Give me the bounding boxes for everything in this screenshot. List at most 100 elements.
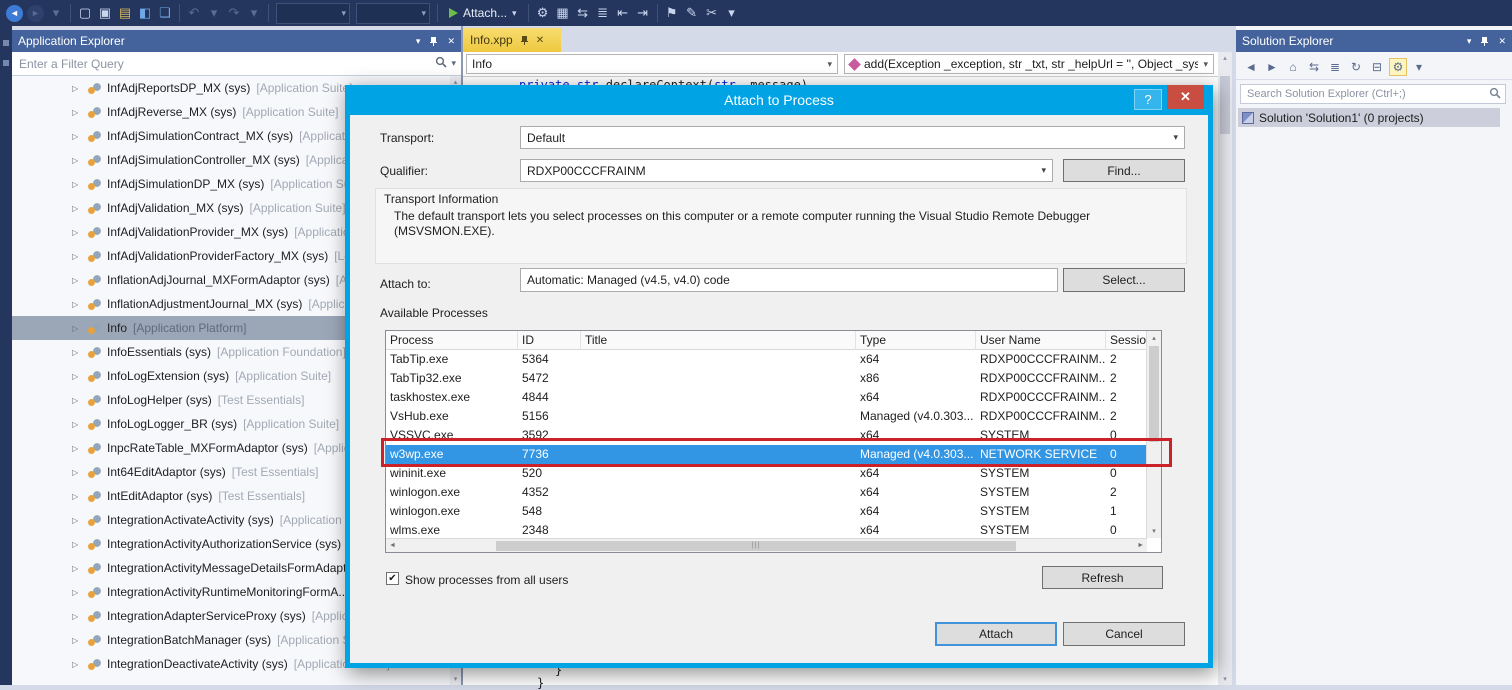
scroll-up-icon[interactable]: ▴ (1218, 54, 1232, 62)
window-position-icon[interactable]: ▾ (416, 36, 421, 47)
chevron-down-icon[interactable]: ▾ (451, 58, 456, 69)
expand-arrow-icon[interactable]: ▷ (72, 468, 87, 477)
undo-icon[interactable]: ↶ (184, 3, 204, 23)
expand-arrow-icon[interactable]: ▷ (72, 132, 87, 141)
transport-combobox[interactable]: Default ▾ (520, 126, 1185, 149)
navigate-forward-icon[interactable]: ► (27, 5, 44, 22)
cancel-button[interactable]: Cancel (1063, 622, 1185, 646)
expand-arrow-icon[interactable]: ▷ (72, 564, 87, 573)
expand-arrow-icon[interactable]: ▷ (72, 108, 87, 117)
expand-arrow-icon[interactable]: ▷ (72, 180, 87, 189)
collapse-all-icon[interactable]: ⊟ (1368, 58, 1386, 76)
attach-button[interactable]: Attach (935, 622, 1057, 646)
navigation-dropdown-icon[interactable]: ▾ (46, 3, 66, 23)
editor-scrollbar[interactable]: ▴ ▾ (1218, 52, 1232, 685)
expand-arrow-icon[interactable]: ▷ (72, 612, 87, 621)
type-dropdown[interactable]: Info ▾ (466, 54, 838, 74)
navigate-backward-icon[interactable]: ◄ (6, 5, 23, 22)
add-item-icon[interactable]: ▣ (95, 3, 115, 23)
scrollbar-thumb[interactable] (1220, 76, 1230, 134)
expand-arrow-icon[interactable]: ▷ (72, 84, 87, 93)
process-row[interactable]: winlogon.exe4352x64SYSTEM2 (386, 483, 1147, 502)
compare-icon[interactable]: ⇆ (573, 3, 593, 23)
tab-info-xpp[interactable]: Info.xpp ✕ (463, 28, 561, 52)
column-header-user-name[interactable]: User Name (976, 331, 1106, 350)
chevron-down-icon[interactable]: ▾ (512, 8, 517, 19)
pin-icon[interactable] (429, 36, 438, 47)
scroll-down-icon[interactable]: ▾ (1218, 675, 1232, 683)
expand-arrow-icon[interactable]: ▷ (72, 156, 87, 165)
expand-arrow-icon[interactable]: ▷ (72, 444, 87, 453)
column-header-type[interactable]: Type (856, 331, 976, 350)
navigate-forward-icon[interactable]: ► (1263, 58, 1281, 76)
expand-arrow-icon[interactable]: ▷ (72, 300, 87, 309)
expand-arrow-icon[interactable]: ▷ (72, 660, 87, 669)
properties-icon[interactable]: ⚙ (1389, 58, 1407, 76)
table-view-icon[interactable]: ▦ (553, 3, 573, 23)
pin-icon[interactable] (520, 35, 529, 46)
uncomment-icon[interactable]: ✂ (702, 3, 722, 23)
find-button[interactable]: Find... (1063, 159, 1185, 182)
navigate-back-icon[interactable]: ◄ (1242, 58, 1260, 76)
expand-arrow-icon[interactable]: ▷ (72, 636, 87, 645)
process-row[interactable]: taskhostex.exe4844x64RDXP00CCCFRAINM...2 (386, 388, 1147, 407)
expand-arrow-icon[interactable]: ▷ (72, 396, 87, 405)
preview-selected-icon[interactable]: ▾ (1410, 58, 1428, 76)
expand-arrow-icon[interactable]: ▷ (72, 372, 87, 381)
scroll-down-icon[interactable]: ▾ (450, 675, 461, 683)
column-header-session[interactable]: Session (1106, 331, 1149, 350)
scroll-up-icon[interactable]: ▴ (1147, 334, 1161, 342)
open-file-icon[interactable]: ▤ (115, 3, 135, 23)
home-icon[interactable]: ⌂ (1284, 58, 1302, 76)
column-header-process[interactable]: Process (386, 331, 518, 350)
expand-arrow-icon[interactable]: ▷ (72, 540, 87, 549)
switch-views-icon[interactable]: ⇆ (1305, 58, 1323, 76)
redo-dropdown-icon[interactable]: ▾ (244, 3, 264, 23)
toolbar-combo-2[interactable]: ▾ (356, 3, 430, 24)
close-icon[interactable]: ✕ (447, 36, 455, 47)
scrollbar-thumb[interactable]: ||| (496, 541, 1016, 551)
expand-arrow-icon[interactable]: ▷ (72, 420, 87, 429)
pin-icon[interactable] (1480, 36, 1489, 47)
expand-arrow-icon[interactable]: ▷ (72, 276, 87, 285)
expand-arrow-icon[interactable]: ▷ (72, 588, 87, 597)
process-row[interactable]: winlogon.exe548x64SYSTEM1 (386, 502, 1147, 521)
expand-arrow-icon[interactable]: ▷ (72, 204, 87, 213)
expand-arrow-icon[interactable]: ▷ (72, 492, 87, 501)
process-row[interactable]: wininit.exe520x64SYSTEM0 (386, 464, 1147, 483)
collapsed-tab-icon[interactable] (3, 40, 9, 46)
column-header-title[interactable]: Title (581, 331, 856, 350)
show-all-files-icon[interactable]: ≣ (1326, 58, 1344, 76)
expand-arrow-icon[interactable]: ▷ (72, 516, 87, 525)
indent-increase-icon[interactable]: ⇥ (633, 3, 653, 23)
process-row[interactable]: w3wp.exe7736Managed (v4.0.303...NETWORK … (386, 445, 1147, 464)
expand-arrow-icon[interactable]: ▷ (72, 228, 87, 237)
scroll-left-icon[interactable]: ◄ (389, 542, 396, 549)
filter-query-input[interactable] (17, 56, 431, 72)
save-all-icon[interactable]: ❏ (155, 3, 175, 23)
redo-icon[interactable]: ↷ (224, 3, 244, 23)
collapsed-tab-icon[interactable] (3, 60, 9, 66)
window-position-icon[interactable]: ▾ (1467, 36, 1472, 47)
expand-arrow-icon[interactable]: ▷ (72, 324, 87, 333)
qualifier-combobox[interactable]: RDXP00CCCFRAINM ▾ (520, 159, 1053, 182)
process-row[interactable]: TabTip.exe5364x64RDXP00CCCFRAINM...2 (386, 350, 1147, 369)
scroll-down-icon[interactable]: ▾ (1147, 527, 1161, 535)
search-icon[interactable] (435, 56, 447, 71)
refresh-button[interactable]: Refresh (1042, 566, 1163, 589)
debug-target-icon[interactable]: ⚙ (533, 3, 553, 23)
scrollbar-thumb[interactable] (1149, 346, 1159, 442)
bookmark-icon[interactable]: ⚑ (662, 3, 682, 23)
solution-search-input[interactable] (1245, 87, 1489, 101)
process-row[interactable]: VSSVC.exe3592x64SYSTEM0 (386, 426, 1147, 445)
search-icon[interactable] (1489, 87, 1501, 102)
help-button[interactable]: ? (1134, 89, 1162, 110)
scroll-right-icon[interactable]: ► (1137, 542, 1144, 549)
save-icon[interactable]: ◧ (135, 3, 155, 23)
select-button[interactable]: Select... (1063, 268, 1185, 292)
outline-icon[interactable]: ≣ (593, 3, 613, 23)
sync-active-document-icon[interactable]: ↻ (1347, 58, 1365, 76)
solution-root-item[interactable]: Solution 'Solution1' (0 projects) (1238, 108, 1500, 127)
comment-icon[interactable]: ✎ (682, 3, 702, 23)
close-button[interactable]: ✕ (1167, 85, 1204, 109)
